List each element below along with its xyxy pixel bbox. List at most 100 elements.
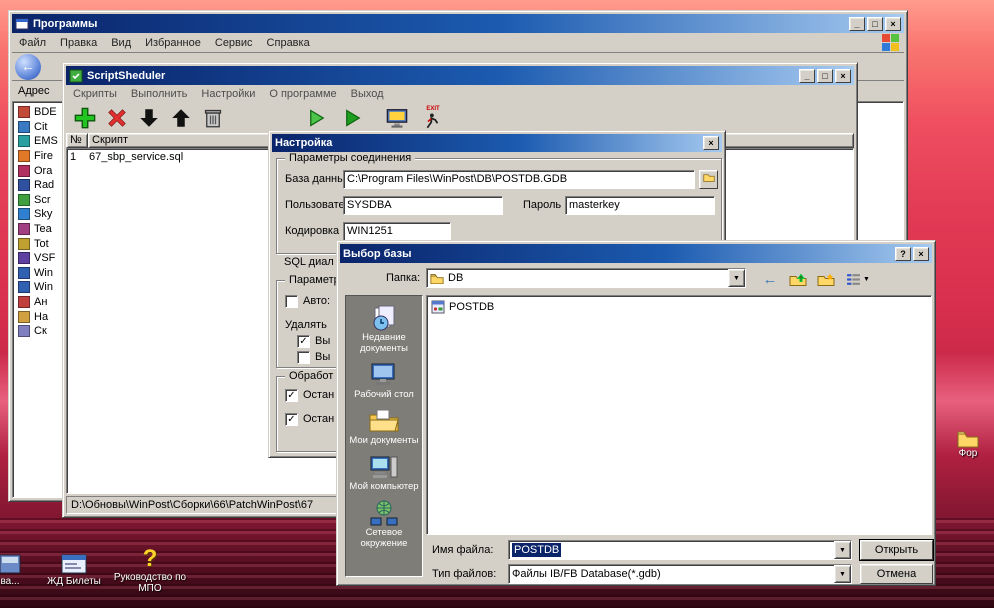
menu-settings[interactable]: Настройки [194,86,262,102]
app-icon [18,223,30,236]
menu-exit[interactable]: Выход [344,86,391,102]
view-menu-button[interactable]: ▼ [842,268,874,290]
programs-titlebar[interactable]: Программы _ □ × [12,14,904,33]
stop1-checkbox[interactable]: ✓ [285,389,298,402]
place-my-documents[interactable]: Мои документы [346,407,422,446]
menu-run[interactable]: Выполнить [124,86,194,102]
window-title: Выбор базы [343,247,412,260]
maximize-button[interactable]: □ [867,16,883,31]
window-buttons: × [703,136,719,150]
desktop-icon-partial[interactable]: ва... [0,552,32,587]
my-computer-icon [370,456,398,478]
column-number[interactable]: № [66,133,88,148]
place-recent-documents[interactable]: Недавние документы [346,304,422,354]
desktop-icon-for[interactable]: Фор [942,430,994,459]
scriptsheduler-titlebar[interactable]: ScriptSheduler _ □ × [66,66,854,85]
up-folder-button[interactable] [786,268,810,290]
move-down-button[interactable] [136,105,162,131]
folder-combobox[interactable]: DB ▼ [426,268,746,288]
running-man-icon [426,113,439,129]
menu-favorites[interactable]: Избранное [138,35,208,51]
move-up-button[interactable] [168,105,194,131]
add-script-button[interactable] [72,105,98,131]
dropdown-arrow-icon[interactable]: ▼ [834,541,851,559]
minimize-button[interactable]: _ [849,16,865,31]
filetype-combobox[interactable]: Файлы IB/FB Database(*.gdb) ▼ [508,564,852,584]
stop2-checkbox[interactable]: ✓ [285,413,298,426]
exit-button[interactable]: EXIT [420,105,446,131]
menu-about[interactable]: О программе [262,86,343,102]
back-button[interactable]: ← [15,53,41,80]
about-button[interactable] [384,105,410,131]
trash-icon [204,109,222,128]
file-list[interactable]: POSTDB [426,295,932,535]
places-bar: Недавние документы Рабочий стол Мои доку… [345,295,423,577]
window-title: Настройка [275,137,333,149]
menu-file[interactable]: Файл [12,35,53,51]
close-button[interactable]: × [913,246,929,261]
column-script[interactable]: Скрипт [88,133,278,148]
database-field[interactable]: C:\Program Files\WinPost\DB\POSTDB.GDB [343,170,695,189]
run-all-button[interactable] [340,105,366,131]
password-field[interactable]: masterkey [565,196,715,215]
delete-label: Удалять [285,319,327,331]
list-item-label: Ск [34,325,47,338]
dropdown-arrow-icon[interactable]: ▼ [728,269,745,287]
list-item-label: VSF [34,252,56,265]
close-button[interactable]: × [703,136,719,150]
app-icon [18,150,30,163]
menu-scripts[interactable]: Скрипты [66,86,124,102]
place-network[interactable]: Сетевое окружение [346,499,422,549]
menu-tools[interactable]: Сервис [208,35,260,51]
minimize-button[interactable]: _ [799,68,815,83]
delete-script-button[interactable] [104,105,130,131]
partial-app-icon [0,554,21,574]
processing-group-legend: Обработ [285,370,338,382]
folder-label: Папка: [386,272,421,284]
menu-view[interactable]: Вид [104,35,138,51]
list-item-label: Sky [34,208,53,221]
filename-combobox[interactable]: POSTDB ▼ [508,540,852,560]
user-field[interactable]: SYSDBA [343,196,503,215]
close-button[interactable]: × [885,16,901,31]
place-desktop[interactable]: Рабочий стол [346,361,422,400]
desktop-icon-label: ва... [0,576,20,587]
place-label: Мой компьютер [349,481,419,492]
menu-edit[interactable]: Правка [53,35,104,51]
auto-checkbox[interactable] [285,295,298,308]
desktop-icon-guide[interactable]: ? Руководство по МПО [112,546,188,595]
help-button[interactable]: ? [895,246,911,261]
back-nav-button[interactable]: ← [758,268,782,290]
desktop-icon-zd-tickets[interactable]: ЖД Билеты [38,552,110,587]
desktop-icon-label: Руководство по МПО [113,572,187,594]
delete-option1-checkbox[interactable]: ✓ [297,335,310,348]
script-row-number: 1 [70,150,77,163]
file-dialog-titlebar[interactable]: Выбор базы ? × [340,244,932,263]
desktop-icon [371,363,395,385]
desktop-icon-label: Фор [958,448,978,459]
maximize-button[interactable]: □ [817,68,833,83]
filename-label: Имя файла: [432,544,494,556]
windows-logo-icon [882,34,899,51]
place-my-computer[interactable]: Мой компьютер [346,453,422,492]
settings-titlebar[interactable]: Настройка × [272,134,722,152]
close-button[interactable]: × [835,68,851,83]
place-label: Рабочий стол [354,389,414,400]
new-folder-button[interactable] [814,268,838,290]
run-script-button[interactable] [304,105,330,131]
browse-database-button[interactable] [699,170,718,189]
dropdown-arrow-icon[interactable]: ▼ [834,565,851,583]
clear-all-button[interactable] [200,105,226,131]
file-item-postdb[interactable]: POSTDB [431,300,927,314]
open-button[interactable]: Открыть [860,540,933,560]
list-item-label: Ora [34,164,53,177]
encoding-field[interactable]: WIN1251 [343,222,451,241]
cancel-button[interactable]: Отмена [860,564,933,584]
menu-help[interactable]: Справка [260,35,317,51]
list-item-label: Scr [34,193,51,206]
network-icon [370,500,398,526]
window-buttons: ? × [895,246,929,261]
dropdown-arrow-icon: ▼ [863,275,870,283]
delete-option2-checkbox[interactable] [297,351,310,364]
recent-documents-icon [373,305,395,331]
